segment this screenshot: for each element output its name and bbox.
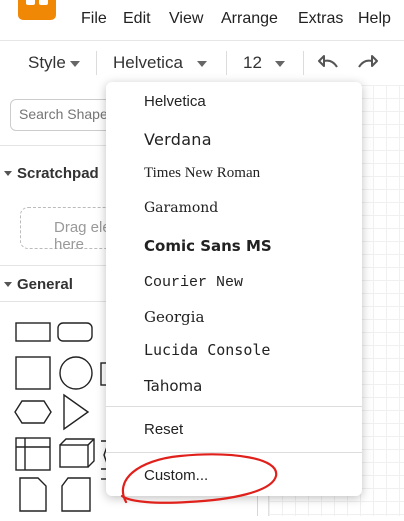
app-logo-icon bbox=[18, 0, 56, 20]
font-option-tahoma[interactable]: Tahoma bbox=[144, 377, 202, 395]
menu-view[interactable]: View bbox=[169, 10, 203, 28]
scratchpad-label: Scratchpad bbox=[17, 165, 99, 182]
table-shape-icon[interactable] bbox=[15, 437, 51, 471]
toolbar-divider bbox=[303, 51, 304, 75]
circle-shape-icon[interactable] bbox=[59, 356, 93, 390]
font-option-courier-new[interactable]: Courier New bbox=[144, 274, 243, 291]
caret-down-icon bbox=[275, 61, 285, 67]
font-option-comic-sans-ms[interactable]: Comic Sans MS bbox=[144, 237, 272, 255]
font-size-label: 12 bbox=[243, 53, 262, 72]
undo-icon[interactable] bbox=[318, 51, 342, 75]
font-option-lucida-console[interactable]: Lucida Console bbox=[144, 341, 270, 359]
menu-edit[interactable]: Edit bbox=[123, 10, 151, 28]
square-shape-icon[interactable] bbox=[15, 356, 51, 390]
rectangle-shape-icon[interactable] bbox=[15, 322, 51, 342]
menu-arrange[interactable]: Arrange bbox=[221, 10, 278, 28]
font-family-menu: Helvetica Verdana Times New Roman Garamo… bbox=[106, 82, 362, 496]
redo-icon[interactable] bbox=[354, 51, 378, 75]
font-option-times-new-roman[interactable]: Times New Roman bbox=[144, 165, 260, 182]
card-shape-icon[interactable] bbox=[61, 477, 91, 512]
font-family-label: Helvetica bbox=[113, 53, 183, 72]
menu-help[interactable]: Help bbox=[358, 10, 391, 28]
hexagon-shape-icon[interactable] bbox=[14, 400, 52, 424]
disclosure-triangle-icon bbox=[4, 171, 12, 176]
format-toolbar: Style Helvetica 12 bbox=[0, 40, 404, 86]
cube-shape-icon[interactable] bbox=[59, 438, 95, 468]
font-option-custom[interactable]: Custom... bbox=[144, 467, 208, 484]
rounded-rectangle-shape-icon[interactable] bbox=[57, 322, 93, 342]
font-option-georgia[interactable]: Georgia bbox=[144, 308, 204, 326]
menu-separator bbox=[106, 452, 362, 453]
triangle-shape-icon[interactable] bbox=[63, 393, 90, 431]
style-label: Style bbox=[28, 53, 66, 72]
font-option-reset[interactable]: Reset bbox=[144, 421, 183, 438]
caret-down-icon bbox=[70, 61, 80, 67]
menubar: File Edit View Arrange Extras Help bbox=[0, 0, 404, 38]
document-shape-icon[interactable] bbox=[19, 477, 47, 512]
caret-down-icon bbox=[197, 61, 207, 67]
disclosure-triangle-icon bbox=[4, 282, 12, 287]
font-option-verdana[interactable]: Verdana bbox=[144, 130, 212, 149]
font-option-helvetica[interactable]: Helvetica bbox=[144, 93, 206, 110]
toolbar-divider bbox=[96, 51, 97, 75]
toolbar-divider bbox=[226, 51, 227, 75]
menu-file[interactable]: File bbox=[81, 10, 107, 28]
menu-separator bbox=[106, 406, 362, 407]
general-label: General bbox=[17, 276, 73, 293]
menu-extras[interactable]: Extras bbox=[298, 10, 343, 28]
font-option-garamond[interactable]: Garamond bbox=[144, 200, 218, 216]
